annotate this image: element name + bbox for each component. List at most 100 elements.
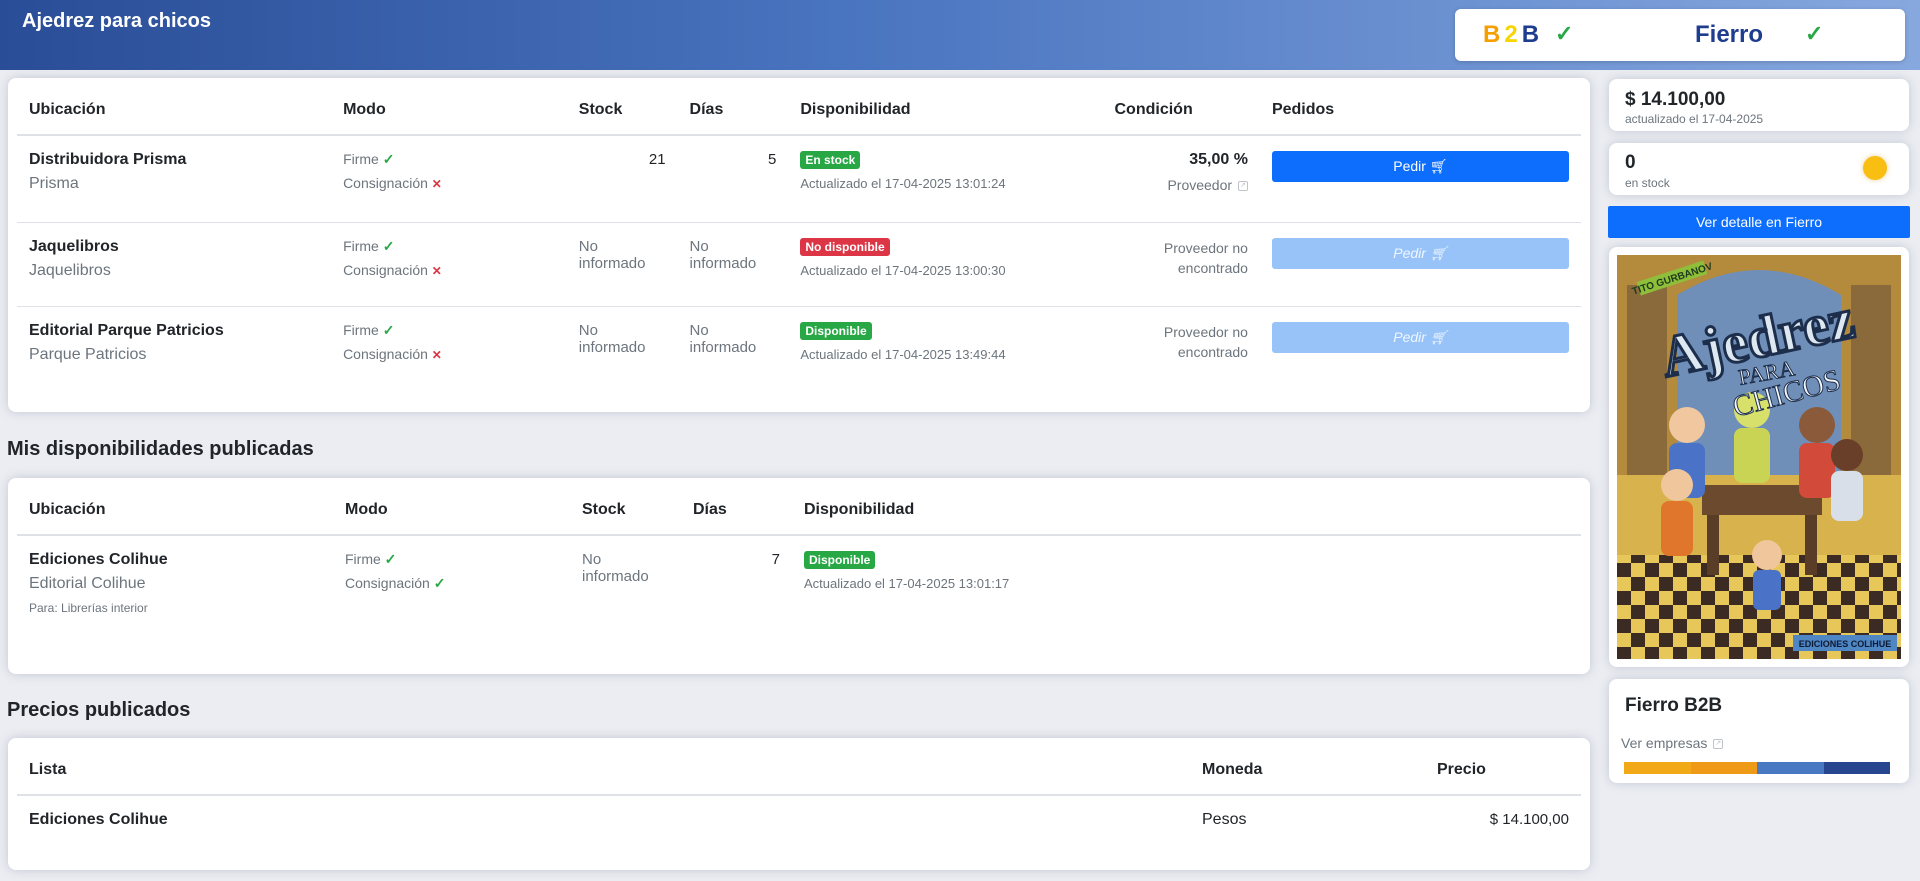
dias-value: 7 <box>771 551 780 568</box>
published-prices-card: Lista Moneda Precio Ediciones Colihue Pe… <box>8 738 1590 870</box>
col-disponibilidad[interactable]: Disponibilidad <box>792 486 1581 536</box>
modo-firme: Firme ✓ <box>345 551 397 567</box>
fierro-b2b-card: Fierro B2B Ver empresas ↗ <box>1609 679 1909 783</box>
col-ubicacion[interactable]: Ubicación <box>17 486 333 536</box>
table-header-row: Ubicación Modo Stock Días Disponibilidad <box>17 486 1581 536</box>
external-link-icon: ↗ <box>1237 181 1248 192</box>
price-value: $ 14.100,00 <box>1489 811 1569 828</box>
price-list-name: Ediciones Colihue <box>29 811 168 828</box>
external-link-icon: ↗ <box>1713 739 1724 750</box>
stock-card: 0 en stock <box>1609 143 1909 195</box>
table-header-row: Lista Moneda Precio <box>17 746 1581 796</box>
table-row: Editorial Parque Patricios Parque Patric… <box>17 306 1581 414</box>
updated-text: Actualizado el 17-04-2025 13:01:17 <box>804 576 1010 591</box>
condition-link[interactable]: Proveedor ↗ <box>1115 177 1248 193</box>
stock-value: No informado <box>582 551 649 585</box>
condition-text: Proveedor no encontrado <box>1163 323 1248 360</box>
col-dias[interactable]: Días <box>681 486 792 536</box>
svg-text:EDICIONES COLIHUE: EDICIONES COLIHUE <box>1799 639 1892 649</box>
col-moneda[interactable]: Moneda <box>1190 746 1425 796</box>
stock-value: 21 <box>566 135 678 223</box>
price-card: $ 14.100,00 actualizado el 17-04-2025 <box>1609 79 1909 131</box>
bar-segment-4 <box>1823 762 1890 774</box>
col-precio[interactable]: Precio <box>1425 746 1581 796</box>
fierro-b2b-title: Fierro B2B <box>1625 695 1723 716</box>
dias-value: No informado <box>677 222 789 307</box>
bar-segment-2 <box>1690 762 1757 774</box>
updated-text: Actualizado el 17-04-2025 13:00:30 <box>800 262 1006 278</box>
cross-icon: ✕ <box>431 263 442 278</box>
col-lista[interactable]: Lista <box>17 746 1190 796</box>
published-availability-table: Ubicación Modo Stock Días Disponibilidad… <box>17 486 1581 665</box>
status-badge: Disponible <box>800 321 872 340</box>
pedir-button-disabled: Pedir 🛒︎ <box>1271 321 1569 353</box>
col-ubicacion[interactable]: Ubicación <box>17 86 332 136</box>
condition-text: Proveedor no encontrado <box>1163 239 1248 276</box>
location-sub: Jaquelibros <box>29 261 111 279</box>
table-row: Ediciones Colihue Editorial Colihue Para… <box>17 535 1581 665</box>
cross-icon: ✕ <box>431 177 442 191</box>
modo-consignacion: Consignación ✕ <box>343 175 442 191</box>
stock-value: No informado <box>566 222 678 307</box>
modo-firme: Firme ✓ <box>343 237 395 254</box>
location-sub: Parque Patricios <box>29 345 147 363</box>
pedir-button[interactable]: Pedir 🛒︎ <box>1271 151 1569 182</box>
published-availability-card: Ubicación Modo Stock Días Disponibilidad… <box>8 478 1590 674</box>
brand-box: B2B ✓ Fierro ✓ <box>1455 9 1905 61</box>
col-modo[interactable]: Modo <box>333 486 570 536</box>
ver-detalle-fierro-button[interactable]: Ver detalle en Fierro <box>1608 206 1910 238</box>
table-row: Jaquelibros Jaquelibros Firme ✓ Consigna… <box>17 222 1581 307</box>
cart-icon: 🛒︎ <box>1429 328 1448 345</box>
location-name[interactable]: Jaquelibros <box>29 238 319 256</box>
page-header: Ajedrez para chicos B2B ✓ Fierro ✓ <box>0 0 1920 70</box>
check-icon: ✓ <box>433 575 446 591</box>
check-icon: ✓ <box>382 237 395 254</box>
section-title-disponibilidades: Mis disponibilidades publicadas <box>7 438 314 460</box>
book-cover[interactable]: TITO GURBANOV Ajedrez PARA CHICOS EDICIO… <box>1617 255 1901 659</box>
modo-consignacion: Consignación ✕ <box>343 345 442 362</box>
check-icon: ✓ <box>382 151 395 167</box>
price-updated: actualizado el 17-04-2025 <box>1625 112 1764 126</box>
dias-value: No informado <box>689 321 757 356</box>
modo-firme: Firme ✓ <box>343 321 395 338</box>
col-pedidos: Pedidos <box>1259 86 1581 136</box>
modo-consignacion: Consignación ✕ <box>343 261 442 278</box>
col-disponibilidad[interactable]: Disponibilidad <box>788 86 1103 136</box>
cross-icon: ✕ <box>431 347 442 362</box>
table-header-row: Ubicación Modo Stock Días Disponibilidad… <box>17 86 1581 136</box>
modo-firme: Firme ✓ <box>343 151 395 167</box>
stock-label: en stock <box>1625 176 1670 190</box>
cart-icon: 🛒︎ <box>1429 244 1448 261</box>
stock-value: No informado <box>578 321 646 356</box>
availability-card: Ubicación Modo Stock Días Disponibilidad… <box>8 78 1590 412</box>
location-sub: Prisma <box>29 175 79 192</box>
col-condicion[interactable]: Condición <box>1102 86 1260 136</box>
check-icon: ✓ <box>384 551 397 567</box>
status-badge: No disponible <box>800 237 890 256</box>
table-row: Ediciones Colihue Pesos $ 14.100,00 <box>17 795 1581 845</box>
bar-segment-1 <box>1624 762 1691 774</box>
location-name[interactable]: Distribuidora Prisma <box>29 151 319 169</box>
col-stock[interactable]: Stock <box>566 86 678 136</box>
location-name[interactable]: Ediciones Colihue <box>29 551 321 569</box>
ver-empresas-link[interactable]: Ver empresas ↗ <box>1621 735 1724 751</box>
updated-text: Actualizado el 17-04-2025 13:49:44 <box>800 346 1006 362</box>
location-sub: Editorial Colihue <box>29 575 146 592</box>
price-currency: Pesos <box>1202 811 1247 828</box>
location-name[interactable]: Editorial Parque Patricios <box>29 322 319 340</box>
availability-table: Ubicación Modo Stock Días Disponibilidad… <box>17 86 1581 414</box>
pedir-button-disabled: Pedir 🛒︎ <box>1271 237 1569 269</box>
cart-icon: 🛒︎ <box>1429 158 1448 174</box>
b2b-check-icon: ✓ <box>1555 21 1574 46</box>
bar-segment-3 <box>1757 762 1824 774</box>
col-stock[interactable]: Stock <box>570 486 681 536</box>
b2b-logo[interactable]: B2B <box>1483 21 1543 49</box>
dias-value: 5 <box>677 135 789 223</box>
section-title-precios: Precios publicados <box>7 699 191 721</box>
page-title: Ajedrez para chicos <box>22 10 211 32</box>
col-modo[interactable]: Modo <box>331 86 567 136</box>
fierro-logo[interactable]: Fierro <box>1695 21 1763 49</box>
col-dias[interactable]: Días <box>677 86 789 136</box>
published-prices-table: Lista Moneda Precio Ediciones Colihue Pe… <box>17 746 1581 845</box>
stock-status-dot <box>1863 156 1887 180</box>
